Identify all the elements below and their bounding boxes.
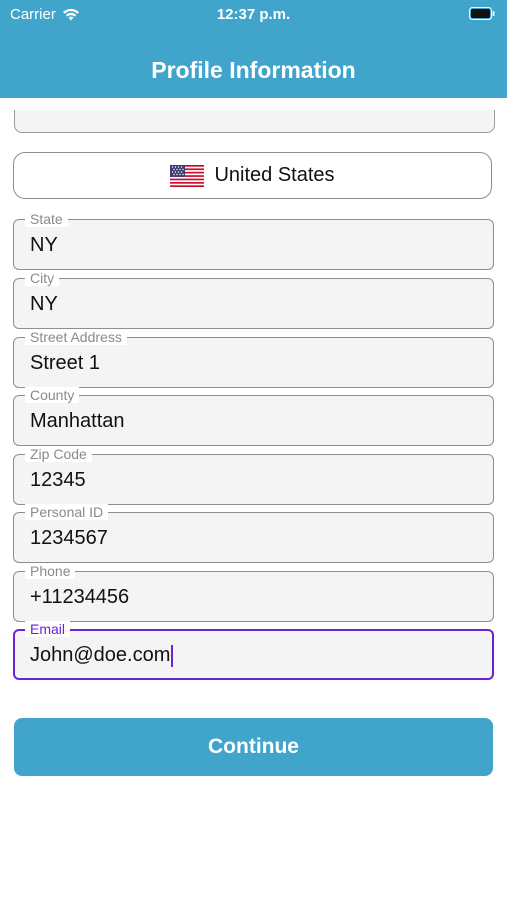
previous-field-partial[interactable] — [14, 110, 495, 133]
country-selector[interactable]: United States — [13, 152, 492, 199]
personal-id-field[interactable]: Personal ID 1234567 — [13, 504, 494, 563]
state-field[interactable]: State NY — [13, 211, 494, 270]
city-label: City — [25, 270, 60, 286]
email-value-wrapper: John@doe.com — [30, 644, 174, 667]
phone-label: Phone — [25, 563, 76, 579]
city-value: NY — [30, 293, 58, 315]
continue-button[interactable]: Continue — [14, 718, 493, 776]
street-address-label: Street Address — [25, 329, 127, 345]
street-address-field[interactable]: Street Address Street 1 — [13, 329, 494, 388]
country-name: United States — [214, 164, 335, 186]
state-value: NY — [30, 234, 58, 256]
nav-header: Carrier 12:37 p.m. Profile Information — [0, 0, 507, 98]
zip-code-label: Zip Code — [25, 446, 92, 462]
county-value: Manhattan — [30, 410, 125, 432]
text-cursor — [171, 644, 174, 667]
personal-id-label: Personal ID — [25, 504, 109, 520]
email-value: John@doe.com — [30, 644, 171, 666]
personal-id-value: 1234567 — [30, 527, 108, 549]
status-time: 12:37 p.m. — [216, 6, 291, 23]
page-title: Profile Information — [151, 57, 356, 83]
county-field[interactable]: County Manhattan — [13, 387, 494, 446]
battery-icon — [469, 7, 495, 24]
zip-code-value: 12345 — [30, 469, 86, 491]
street-address-value: Street 1 — [30, 352, 101, 374]
county-label: County — [25, 387, 80, 403]
zip-code-field[interactable]: Zip Code 12345 — [13, 446, 494, 505]
city-field[interactable]: City NY — [13, 270, 494, 329]
email-field[interactable]: Email John@doe.com — [13, 621, 494, 680]
status-bar: Carrier 12:37 p.m. — [0, 0, 507, 28]
state-label: State — [25, 211, 68, 227]
phone-value: +11234456 — [30, 586, 130, 608]
email-label: Email — [25, 621, 71, 637]
us-flag-icon — [170, 164, 205, 187]
phone-field[interactable]: Phone +11234456 — [13, 563, 494, 622]
